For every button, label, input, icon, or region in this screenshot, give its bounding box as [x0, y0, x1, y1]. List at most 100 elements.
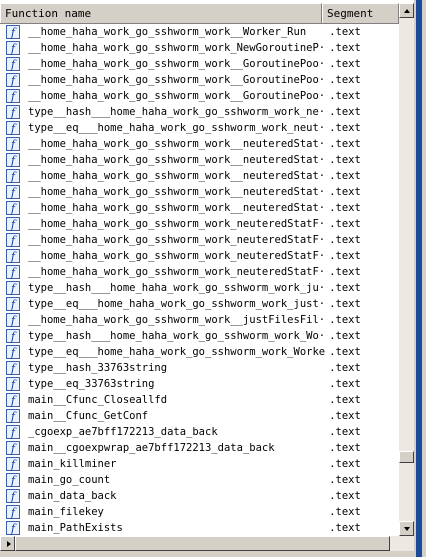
segment-cell: .text: [329, 74, 361, 86]
function-name-cell: __home_haha_work_go_sshworm_work__Gorout…: [28, 90, 326, 102]
function-icon: f: [6, 265, 20, 279]
segment-cell: .text: [329, 346, 361, 358]
segment-cell: .text: [329, 154, 361, 166]
table-row[interactable]: f __home_haha_work_go_sshworm_work__Worke…: [0, 24, 399, 40]
table-row[interactable]: f main_data_back .text: [0, 488, 399, 504]
table-row[interactable]: f __home_haha_work_go_sshworm_work__neute…: [0, 152, 399, 168]
table-row[interactable]: f __home_haha_work_go_sshworm_work__neute…: [0, 200, 399, 216]
table-row[interactable]: f main_killminer .text: [0, 456, 399, 472]
function-name-cell: main_PathExists: [28, 522, 123, 534]
segment-cell: .text: [329, 330, 361, 342]
function-icon: f: [6, 441, 20, 455]
segment-cell: .text: [329, 186, 361, 198]
table-row[interactable]: f main_filekey .text: [0, 504, 399, 520]
function-icon: f: [6, 361, 20, 375]
arrow-down-icon: [404, 527, 410, 531]
horizontal-scroll-thumb[interactable]: [15, 536, 390, 551]
function-name-cell: __home_haha_work_go_sshworm_work__neuter…: [28, 154, 326, 166]
function-icon: f: [6, 377, 20, 391]
table-row[interactable]: f _cgoexp_ae7bff172213_data_back .text: [0, 424, 399, 440]
scroll-down-button[interactable]: [399, 521, 414, 536]
navigation-band: [416, 0, 422, 557]
vertical-scroll-thumb[interactable]: [399, 451, 414, 463]
function-icon: f: [6, 329, 20, 343]
table-row[interactable]: f type__hash___home_haha_work_go_sshworm_…: [0, 104, 399, 120]
function-icon: f: [6, 233, 20, 247]
scroll-right-button[interactable]: [0, 536, 15, 551]
function-name-cell: main_killminer: [28, 458, 117, 470]
segment-cell: .text: [329, 490, 361, 502]
table-row[interactable]: f main__Cfunc_GetConf .text: [0, 408, 399, 424]
function-icon: f: [6, 425, 20, 439]
function-icon: f: [6, 57, 20, 71]
table-row[interactable]: f type__hash___home_haha_work_go_sshworm_…: [0, 280, 399, 296]
horizontal-scrollbar[interactable]: [0, 536, 414, 551]
function-icon: f: [6, 345, 20, 359]
function-name-cell: main__Cfunc_Closeallfd: [28, 394, 168, 406]
side-panel-edge: [414, 0, 426, 557]
segment-cell: .text: [329, 42, 361, 54]
table-row[interactable]: f __home_haha_work_go_sshworm_work__neute…: [0, 184, 399, 200]
table-row[interactable]: f type__hash_33763string .text: [0, 360, 399, 376]
table-row[interactable]: f __home_haha_work_go_sshworm_work_neuter…: [0, 248, 399, 264]
table-row[interactable]: f type__eq_33763string .text: [0, 376, 399, 392]
functions-window: Function name Segment f __home_haha_work_…: [0, 0, 426, 557]
table-row[interactable]: f main__cgoexpwrap_ae7bff172213_data_back…: [0, 440, 399, 456]
function-icon: f: [6, 89, 20, 103]
table-row[interactable]: f main__Cfunc_Closeallfd .text: [0, 392, 399, 408]
table-row[interactable]: f type__eq___home_haha_work_go_sshworm_wo…: [0, 344, 399, 360]
arrow-up-icon: [404, 9, 410, 13]
segment-cell: .text: [329, 506, 361, 518]
table-row[interactable]: f __home_haha_work_go_sshworm_work__Gorou…: [0, 72, 399, 88]
function-name-cell: __home_haha_work_go_sshworm_work__Gorout…: [28, 74, 326, 86]
segment-cell: .text: [329, 202, 361, 214]
segment-cell: .text: [329, 250, 361, 262]
function-name-cell: _cgoexp_ae7bff172213_data_back: [28, 426, 218, 438]
table-row[interactable]: f __home_haha_work_go_sshworm_work_neuter…: [0, 216, 399, 232]
table-row[interactable]: f type__hash___home_haha_work_go_sshworm_…: [0, 328, 399, 344]
function-icon: f: [6, 457, 20, 471]
scroll-up-button[interactable]: [399, 3, 414, 18]
table-row[interactable]: f __home_haha_work_go_sshworm_work__neute…: [0, 136, 399, 152]
segment-cell: .text: [329, 26, 361, 38]
vertical-scrollbar[interactable]: [399, 3, 414, 536]
segment-cell: .text: [329, 426, 361, 438]
function-name-cell: type__eq___home_haha_work_go_sshworm_wor…: [28, 346, 326, 358]
function-name-cell: __home_haha_work_go_sshworm_work_NewGoro…: [28, 42, 326, 54]
function-icon: f: [6, 185, 20, 199]
function-icon: f: [6, 41, 20, 55]
segment-cell: .text: [329, 410, 361, 422]
function-name-cell: __home_haha_work_go_sshworm_work__Gorout…: [28, 58, 326, 70]
function-name-cell: __home_haha_work_go_sshworm_work__Worker…: [28, 26, 307, 38]
segment-cell: .text: [329, 218, 361, 230]
function-name-cell: type__hash___home_haha_work_go_sshworm_w…: [28, 330, 326, 342]
function-icon: f: [6, 409, 20, 423]
column-header-function-name[interactable]: Function name: [0, 3, 322, 23]
table-row[interactable]: f type__eq___home_haha_work_go_sshworm_wo…: [0, 120, 399, 136]
function-name-cell: __home_haha_work_go_sshworm_work__neuter…: [28, 170, 326, 182]
function-icon: f: [6, 137, 20, 151]
column-header-segment[interactable]: Segment: [322, 3, 399, 23]
table-row[interactable]: f __home_haha_work_go_sshworm_work__neute…: [0, 168, 399, 184]
function-name-cell: __home_haha_work_go_sshworm_work__neuter…: [28, 138, 326, 150]
function-name-cell: __home_haha_work_go_sshworm_work_neutere…: [28, 218, 326, 230]
function-name-cell: type__hash___home_haha_work_go_sshworm_w…: [28, 282, 326, 294]
table-row[interactable]: f main_go_count .text: [0, 472, 399, 488]
table-row[interactable]: f __home_haha_work_go_sshworm_work_neuter…: [0, 232, 399, 248]
table-row[interactable]: f type__eq___home_haha_work_go_sshworm_wo…: [0, 296, 399, 312]
table-row[interactable]: f __home_haha_work_go_sshworm_work__Gorou…: [0, 56, 399, 72]
function-icon: f: [6, 313, 20, 327]
function-name-cell: main_filekey: [28, 506, 104, 518]
segment-cell: .text: [329, 378, 361, 390]
function-icon: f: [6, 25, 20, 39]
arrow-right-icon: [7, 541, 11, 547]
function-name-cell: __home_haha_work_go_sshworm_work__neuter…: [28, 202, 326, 214]
table-header: Function name Segment: [0, 3, 399, 24]
table-row[interactable]: f __home_haha_work_go_sshworm_work__justF…: [0, 312, 399, 328]
table-row[interactable]: f main_PathExists .text: [0, 520, 399, 536]
table-row[interactable]: f __home_haha_work_go_sshworm_work_NewGor…: [0, 40, 399, 56]
table-row[interactable]: f __home_haha_work_go_sshworm_work__Gorou…: [0, 88, 399, 104]
function-icon: f: [6, 73, 20, 87]
table-row[interactable]: f __home_haha_work_go_sshworm_work_neuter…: [0, 264, 399, 280]
function-name-cell: main_data_back: [28, 490, 117, 502]
